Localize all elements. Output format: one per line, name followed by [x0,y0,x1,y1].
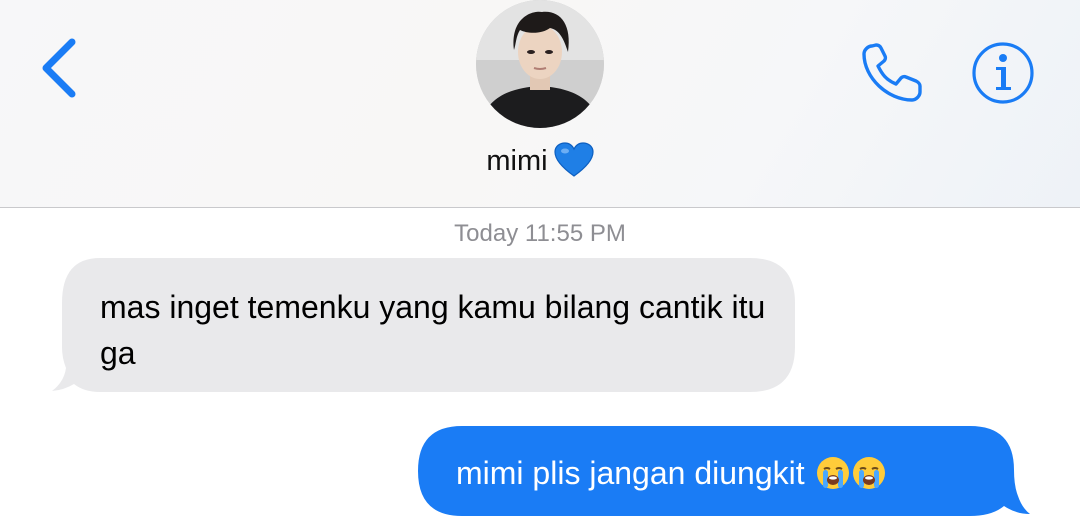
incoming-message-text: mas inget temenku yang kamu bilang canti… [100,289,766,371]
loudly-crying-face-icon [816,457,849,489]
loudly-crying-face-icon [852,457,885,489]
info-button[interactable] [970,40,1036,106]
contact-name[interactable]: mimi [0,142,1080,178]
chevron-left-icon [42,38,76,98]
outgoing-message-content: mimi plis jangan diungkit [456,450,886,496]
contact-avatar[interactable] [476,0,604,128]
incoming-message-bubble[interactable]: mas inget temenku yang kamu bilang canti… [50,258,798,396]
outgoing-message-bubble[interactable]: mimi plis jangan diungkit [418,426,1032,518]
phone-icon [862,43,922,102]
back-button[interactable] [30,32,90,102]
info-icon [972,42,1034,104]
contact-name-label: mimi [486,145,548,177]
conversation-header: mimi [0,0,1080,208]
blue-heart-icon [553,142,594,177]
message-timestamp: Today 11:55 PM [454,220,626,247]
outgoing-message-text: mimi plis jangan diungkit [456,455,805,491]
call-button[interactable] [858,40,928,106]
avatar-photo [476,0,604,128]
